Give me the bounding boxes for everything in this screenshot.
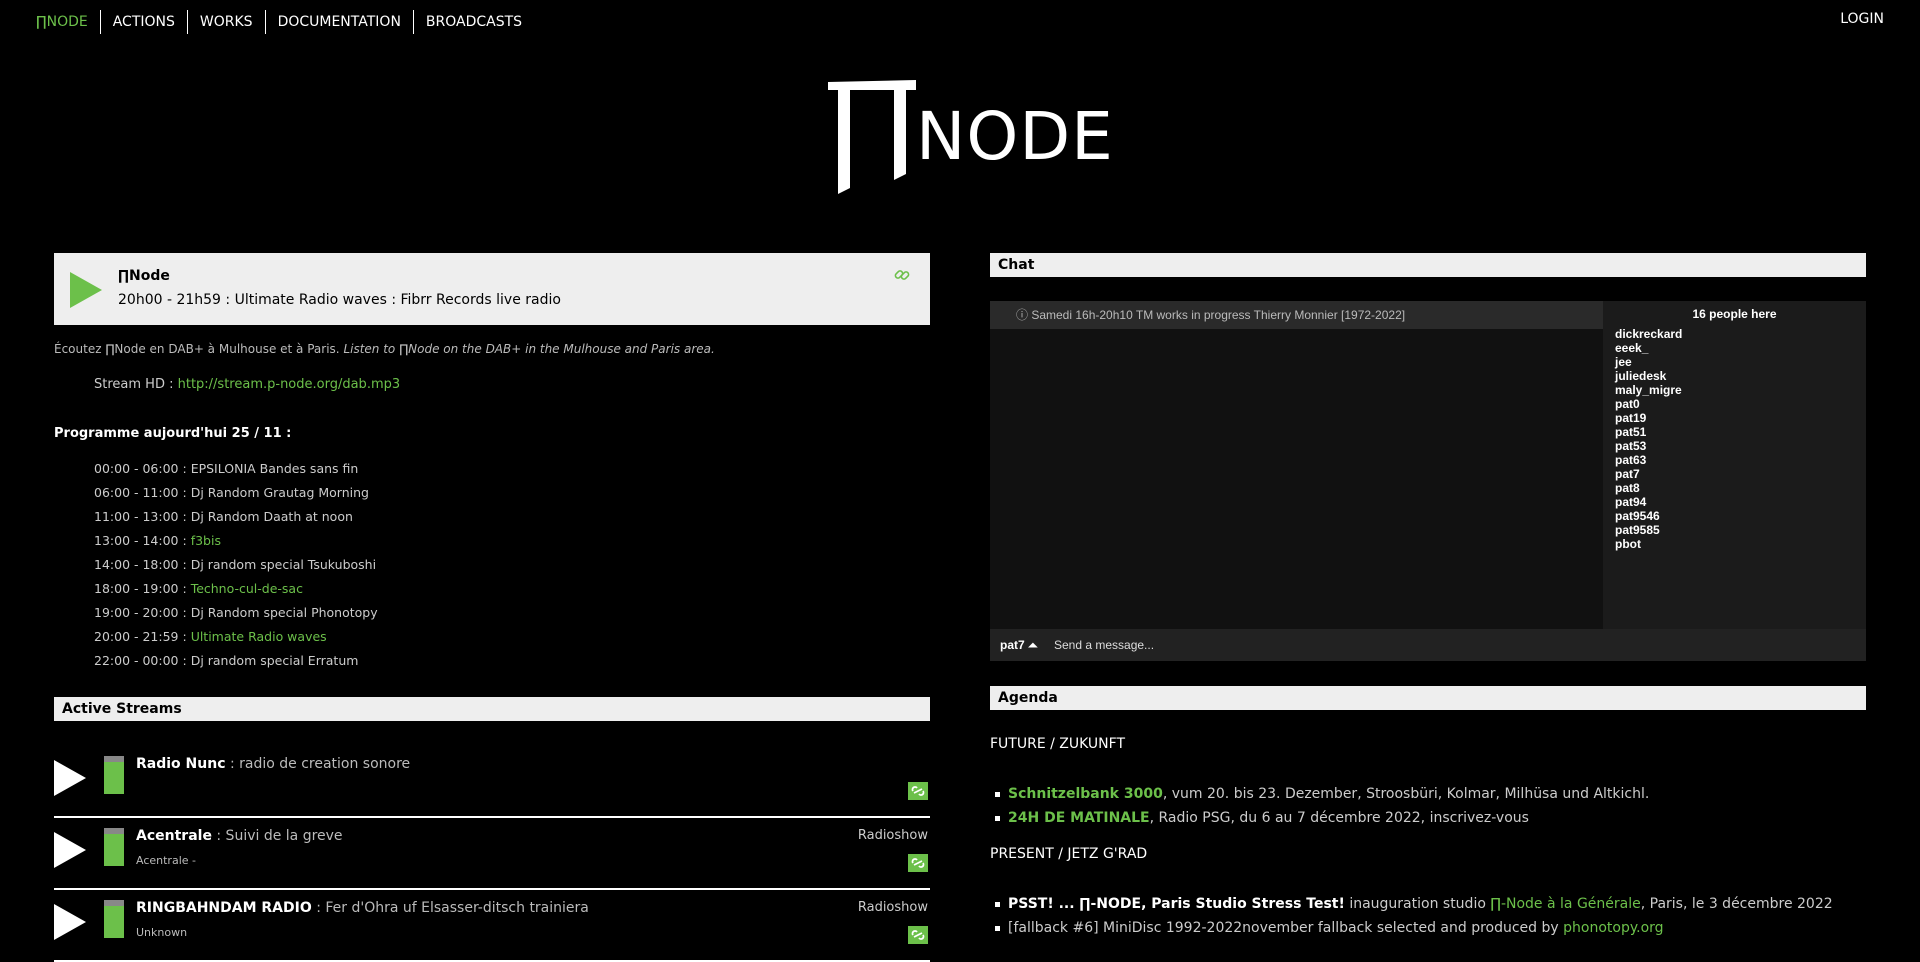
active-streams-header: Active Streams bbox=[54, 697, 930, 721]
chat-user[interactable]: juliedesk bbox=[1615, 369, 1866, 383]
agenda-present-title: PRESENT / JETZ G'RAD bbox=[990, 846, 1148, 862]
agenda-future-title: FUTURE / ZUKUNFT bbox=[990, 736, 1126, 752]
stream-name[interactable]: Radio Nunc bbox=[136, 756, 226, 772]
programme-item: 22:00 - 00:00 : Dj random special Erratu… bbox=[94, 653, 359, 668]
level-meter bbox=[104, 900, 124, 938]
chat-user[interactable]: pat53 bbox=[1615, 439, 1866, 453]
stream-desc: : Fer d'Ohra uf Elsasser-ditsch trainier… bbox=[311, 900, 589, 916]
play-button[interactable] bbox=[54, 904, 86, 940]
stream-hd-link[interactable]: http://stream.p-node.org/dab.mp3 bbox=[178, 377, 401, 392]
nav-item-documentation[interactable]: DOCUMENTATION bbox=[264, 10, 413, 34]
chat-user-list: 16 people here dickreckard eeek_ jee jul… bbox=[1603, 301, 1866, 629]
agenda-item: PSST! ... ∏-NODE, Paris Studio Stress Te… bbox=[990, 894, 1833, 918]
agenda-present-list: PSST! ... ∏-NODE, Paris Studio Stress Te… bbox=[990, 894, 1833, 942]
play-button[interactable] bbox=[54, 832, 86, 868]
chat-user[interactable]: pat8 bbox=[1615, 481, 1866, 495]
link-icon[interactable] bbox=[894, 267, 910, 283]
chat-user[interactable]: pat51 bbox=[1615, 425, 1866, 439]
agenda-item-link[interactable]: phonotopy.org bbox=[1563, 920, 1663, 936]
chat-user[interactable]: pat9585 bbox=[1615, 523, 1866, 537]
programme-item: 20:00 - 21:59 : Ultimate Radio waves bbox=[94, 629, 327, 644]
stream-row: RINGBAHNDAM RADIO : Fer d'Ohra uf Elsass… bbox=[54, 890, 930, 962]
main-player: ∏Node 20h00 - 21h59 : Ultimate Radio wav… bbox=[54, 253, 930, 325]
agenda-item-title: PSST! ... ∏-NODE, Paris Studio Stress Te… bbox=[1008, 896, 1345, 912]
site-logo[interactable]: NODE bbox=[826, 74, 1113, 204]
chat-user[interactable]: pat63 bbox=[1615, 453, 1866, 467]
agenda-item: Schnitzelbank 3000, vum 20. bis 23. Deze… bbox=[990, 784, 1649, 808]
programme-item: 14:00 - 18:00 : Dj random special Tsukub… bbox=[94, 557, 377, 572]
stream-type: Radioshow bbox=[857, 900, 928, 915]
stream-desc: : radio de creation sonore bbox=[225, 756, 411, 772]
chat-user[interactable]: eeek_ bbox=[1615, 341, 1866, 355]
link-icon[interactable] bbox=[908, 926, 928, 944]
link-icon[interactable] bbox=[908, 782, 928, 800]
programme-show-link[interactable]: Ultimate Radio waves bbox=[191, 629, 327, 644]
top-nav: ∏NODE ACTIONS WORKS DOCUMENTATION BROADC… bbox=[0, 0, 1920, 38]
pi-logo-icon bbox=[828, 80, 916, 194]
play-button[interactable] bbox=[54, 760, 86, 796]
agenda-header: Agenda bbox=[990, 686, 1866, 710]
chat-user[interactable]: maly_migre bbox=[1615, 383, 1866, 397]
agenda-item-link[interactable]: 24H DE MATINALE bbox=[1008, 810, 1150, 826]
message-input[interactable] bbox=[1052, 633, 1836, 657]
stream-sub: Acentrale - bbox=[136, 854, 196, 867]
agenda-item: [fallback #6] MiniDisc 1992-2022november… bbox=[990, 918, 1833, 942]
programme-list: 00:00 - 06:00 : EPSILONIA Bandes sans fi… bbox=[94, 459, 378, 675]
nav-item-broadcasts[interactable]: BROADCASTS bbox=[412, 10, 534, 34]
login-link[interactable]: LOGIN bbox=[1840, 11, 1884, 27]
stream-sub: Unknown bbox=[136, 926, 188, 939]
agenda-future-list: Schnitzelbank 3000, vum 20. bis 23. Deze… bbox=[990, 784, 1649, 832]
chat-user[interactable]: pbot bbox=[1615, 537, 1866, 551]
programme-item: 19:00 - 20:00 : Dj Random special Phonot… bbox=[94, 605, 378, 620]
stream-name[interactable]: RINGBAHNDAM RADIO bbox=[136, 900, 312, 916]
listen-fr: Écoutez ∏Node en DAB+ à Mulhouse et à Pa… bbox=[54, 342, 340, 356]
programme-item: 06:00 - 11:00 : Dj Random Grautag Mornin… bbox=[94, 485, 369, 500]
player-station-name: ∏Node bbox=[118, 268, 170, 284]
stream-row: Radio Nunc : radio de creation sonore bbox=[54, 746, 930, 818]
stream-desc: : Suivi de la greve bbox=[211, 828, 343, 844]
stream-row: Acentrale : Suivi de la greve Acentrale … bbox=[54, 818, 930, 890]
agenda-item-link[interactable]: Schnitzelbank 3000 bbox=[1008, 786, 1163, 802]
programme-show-link[interactable]: f3bis bbox=[191, 533, 221, 548]
programme-item: 13:00 - 14:00 : f3bis bbox=[94, 533, 221, 548]
programme-item: 18:00 - 19:00 : Techno-cul-de-sac bbox=[94, 581, 303, 596]
chat-user[interactable]: pat19 bbox=[1615, 411, 1866, 425]
logo-text: NODE bbox=[916, 98, 1114, 175]
chat-user[interactable]: jee bbox=[1615, 355, 1866, 369]
agenda-item: 24H DE MATINALE, Radio PSG, du 6 au 7 dé… bbox=[990, 808, 1649, 832]
play-button[interactable] bbox=[70, 272, 102, 308]
link-icon[interactable] bbox=[908, 854, 928, 872]
stream-name[interactable]: Acentrale bbox=[136, 828, 212, 844]
stream-type: Radioshow bbox=[857, 828, 928, 843]
chat-user[interactable]: dickreckard bbox=[1615, 327, 1866, 341]
programme-item: 11:00 - 13:00 : Dj Random Daath at noon bbox=[94, 509, 353, 524]
nick-selector[interactable]: pat7 ⏶ bbox=[1000, 638, 1038, 653]
nav-menu: ∏NODE ACTIONS WORKS DOCUMENTATION BROADC… bbox=[28, 10, 534, 34]
chat-user[interactable]: pat9546 bbox=[1615, 509, 1866, 523]
level-meter bbox=[104, 828, 124, 866]
stream-hd: Stream HD : http://stream.p-node.org/dab… bbox=[94, 377, 400, 392]
programme-item: 00:00 - 06:00 : EPSILONIA Bandes sans fi… bbox=[94, 461, 359, 476]
programme-title: Programme aujourd'hui 25 / 11 : bbox=[54, 426, 292, 441]
chat-input-bar: pat7 ⏶ bbox=[990, 629, 1866, 661]
listen-info: Écoutez ∏Node en DAB+ à Mulhouse et à Pa… bbox=[54, 342, 715, 356]
nav-item-pnode[interactable]: ∏NODE bbox=[28, 10, 100, 34]
chat-user[interactable]: pat0 bbox=[1615, 397, 1866, 411]
chat-user[interactable]: pat94 bbox=[1615, 495, 1866, 509]
listen-en: Listen to ∏Node on the DAB+ in the Mulho… bbox=[343, 342, 715, 356]
chat-header: Chat bbox=[990, 253, 1866, 277]
programme-show-link[interactable]: Techno-cul-de-sac bbox=[191, 581, 303, 596]
player-current-show: 20h00 - 21h59 : Ultimate Radio waves : F… bbox=[118, 292, 561, 308]
stream-hd-label: Stream HD : bbox=[94, 377, 174, 392]
level-meter bbox=[104, 756, 124, 794]
chat-topic: ⓘ Samedi 16h-20h10 TM works in progress … bbox=[990, 301, 1603, 329]
nav-item-works[interactable]: WORKS bbox=[186, 10, 265, 34]
nav-item-actions[interactable]: ACTIONS bbox=[99, 10, 187, 34]
agenda-item-link[interactable]: ∏-Node à la Générale bbox=[1490, 896, 1640, 912]
chat-widget: ⓘ Samedi 16h-20h10 TM works in progress … bbox=[990, 301, 1866, 661]
chat-messages[interactable]: ⓘ Samedi 16h-20h10 TM works in progress … bbox=[990, 301, 1603, 629]
chat-user[interactable]: pat7 bbox=[1615, 467, 1866, 481]
people-count: 16 people here bbox=[1692, 307, 1777, 321]
